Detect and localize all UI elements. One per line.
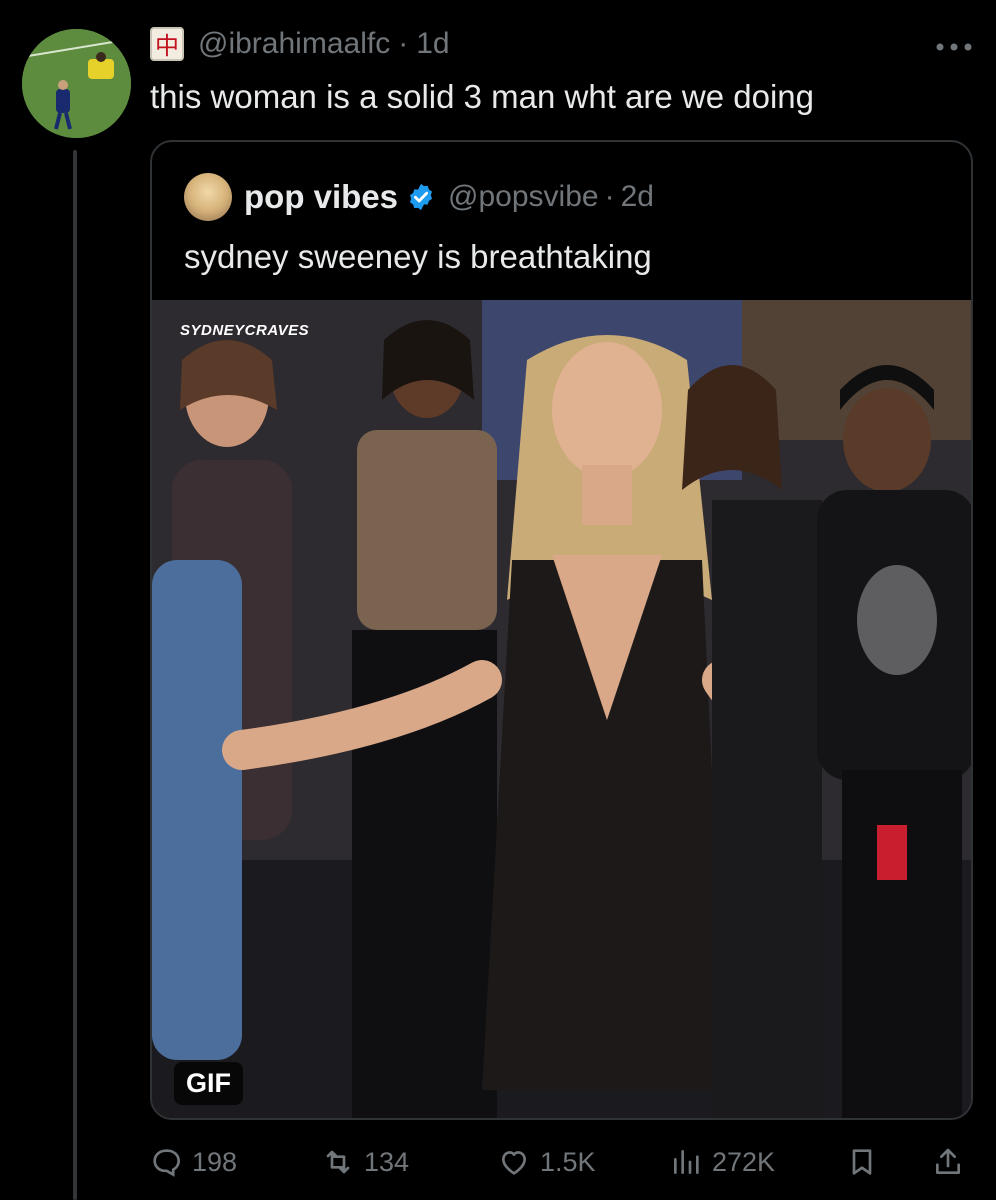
bookmark-icon bbox=[852, 1149, 872, 1175]
reply-icon bbox=[153, 1149, 181, 1177]
reply-button[interactable]: 198 bbox=[150, 1140, 237, 1184]
tweet-header: 中 @ibrahimaalfc · 1d bbox=[150, 24, 450, 64]
reply-count: 198 bbox=[192, 1146, 238, 1177]
author-avatar[interactable] bbox=[22, 29, 131, 138]
quoted-author-name[interactable]: pop vibes bbox=[244, 178, 398, 216]
like-button[interactable]: 1.5K bbox=[498, 1140, 596, 1184]
quoted-author-avatar[interactable] bbox=[184, 173, 232, 221]
tweet-text: this woman is a solid 3 man wht are we d… bbox=[150, 78, 814, 115]
media-watermark: SYDNEYCRAVES bbox=[180, 322, 310, 339]
quoted-tweet-header: pop vibes @popsvibe · 2d bbox=[184, 172, 654, 222]
gif-media[interactable]: SYDNEYCRAVES GIF bbox=[152, 300, 971, 1118]
tweet-time[interactable]: 1d bbox=[416, 27, 449, 61]
ellipsis-icon[interactable] bbox=[934, 34, 974, 54]
quoted-tweet[interactable]: pop vibes @popsvibe · 2d sydney sweeney … bbox=[150, 140, 973, 1120]
share-icon bbox=[936, 1148, 960, 1174]
quoted-tweet-time[interactable]: 2d bbox=[621, 180, 654, 214]
share-button[interactable] bbox=[932, 1140, 964, 1184]
mahjong-red-dragon-icon: 中 bbox=[150, 27, 184, 61]
verified-badge-icon bbox=[410, 183, 433, 211]
retweet-button[interactable]: 134 bbox=[322, 1140, 409, 1184]
action-bar: 198 134 1.5K 272K bbox=[150, 1140, 980, 1184]
views-button[interactable]: 272K bbox=[670, 1140, 775, 1184]
heart-icon bbox=[502, 1151, 526, 1175]
views-count: 272K bbox=[712, 1146, 776, 1177]
gif-frame-illustration bbox=[152, 300, 971, 1118]
separator-dot: · bbox=[604, 180, 615, 213]
separator-dot: · bbox=[398, 27, 409, 60]
quoted-author-handle[interactable]: @popsvibe bbox=[448, 180, 599, 214]
quoted-tweet-text: sydney sweeney is breathtaking bbox=[184, 238, 652, 275]
gif-badge: GIF bbox=[174, 1062, 243, 1105]
author-handle[interactable]: @ibrahimaalfc bbox=[198, 27, 390, 61]
bookmark-button[interactable] bbox=[846, 1140, 878, 1184]
retweet-icon bbox=[326, 1150, 350, 1174]
thread-line bbox=[73, 150, 77, 1200]
like-count: 1.5K bbox=[540, 1146, 596, 1177]
retweet-count: 134 bbox=[364, 1146, 410, 1177]
views-icon bbox=[674, 1150, 699, 1174]
